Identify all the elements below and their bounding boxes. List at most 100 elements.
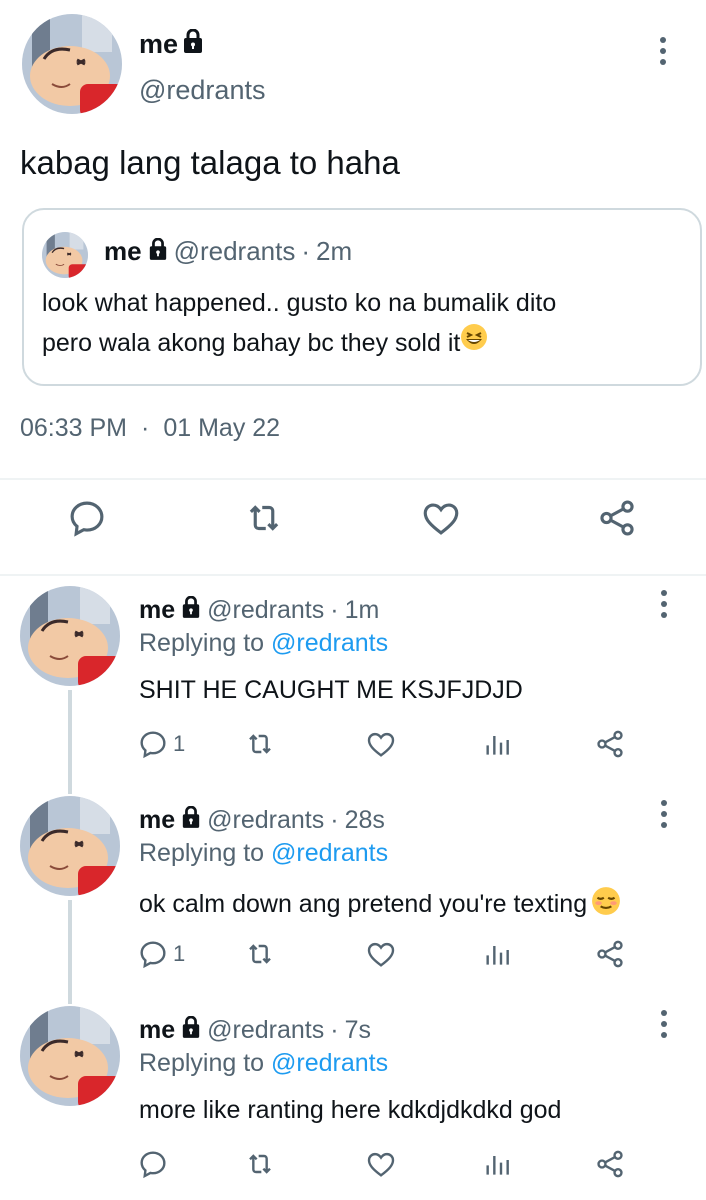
reply-count: 1 (173, 731, 186, 756)
reply-text: ok calm down ang pretend you're texting (139, 886, 621, 923)
analytics-icon (486, 1156, 509, 1175)
replying-to-label: Replying to (139, 1049, 265, 1077)
share-icon (597, 730, 623, 758)
retweet-icon (249, 944, 271, 964)
main-action-bar (0, 497, 706, 557)
avatar-image (22, 14, 122, 114)
reply-button[interactable]: 1 (137, 728, 185, 760)
reply-header: me @redrants · 28s (139, 805, 385, 835)
separator-dot: · (330, 1016, 339, 1044)
analytics-button[interactable] (481, 1148, 513, 1180)
replying-to-label: Replying to (139, 629, 265, 657)
reply-header: me @redrants · 7s (139, 1015, 371, 1045)
reply-text-content: more like ranting here kdkdjdkdkd god (139, 1096, 562, 1124)
analytics-icon (486, 736, 509, 755)
more-options-icon[interactable] (659, 1010, 669, 1038)
avatar-image (42, 232, 88, 278)
author-name[interactable]: me (139, 1016, 175, 1045)
reply-action-bar: 1 (0, 728, 706, 768)
replying-to-handle[interactable]: @redrants (271, 629, 388, 657)
quoted-time: 2m (316, 236, 353, 266)
replying-to: Replying to @redrants (139, 839, 388, 868)
timestamp-separator: · (141, 414, 150, 442)
lock-icon (182, 28, 204, 60)
more-options-icon[interactable] (658, 37, 668, 65)
share-button[interactable] (596, 497, 638, 539)
heart-icon (367, 732, 395, 757)
avatar[interactable] (20, 796, 120, 896)
retweet-icon (249, 734, 271, 754)
lock-icon (148, 236, 168, 267)
share-icon (597, 940, 623, 968)
retweet-button[interactable] (244, 728, 276, 760)
analytics-button[interactable] (481, 938, 513, 970)
retweet-button[interactable] (242, 497, 286, 539)
author-handle[interactable]: @redrants (207, 1016, 324, 1045)
author-name-row[interactable]: me (139, 28, 204, 60)
author-handle[interactable]: @redrants (207, 596, 324, 625)
retweet-button[interactable] (244, 938, 276, 970)
reply-text: more like ranting here kdkdjdkdkd god (139, 1096, 561, 1125)
lock-icon (181, 1015, 201, 1045)
more-options-icon[interactable] (659, 800, 669, 828)
quoted-author-handle: @redrants (173, 236, 296, 266)
heart-icon (367, 942, 395, 967)
like-button[interactable] (365, 1148, 397, 1180)
grinning-squinting-face-icon (460, 323, 488, 363)
reply-icon (70, 501, 104, 537)
retweet-button[interactable] (244, 1148, 276, 1180)
reply-tweet[interactable]: me @redrants · 1m Replying to @redrants … (0, 586, 706, 786)
reply-time: 7s (344, 1016, 371, 1044)
author-name[interactable]: me (139, 596, 175, 625)
tweet-text: kabag lang talaga to haha (20, 144, 400, 181)
quoted-avatar (42, 232, 88, 278)
timestamp-date: 01 May 22 (163, 414, 281, 442)
reply-action-bar: 1 (0, 938, 706, 978)
reply-button[interactable]: 1 (137, 938, 185, 970)
like-button[interactable] (365, 728, 397, 760)
share-button[interactable] (594, 938, 626, 970)
share-button[interactable] (594, 1148, 626, 1180)
reply-time: 28s (344, 806, 385, 834)
share-button[interactable] (594, 728, 626, 760)
reply-tweet[interactable]: me @redrants · 7s Replying to @redrants … (0, 1006, 706, 1200)
quoted-author-name: me (104, 236, 142, 266)
reply-header: me @redrants · 1m (139, 595, 380, 625)
retweet-icon (249, 505, 279, 531)
reply-icon (140, 731, 166, 759)
author-handle[interactable]: @redrants (207, 806, 324, 835)
quoted-tweet[interactable]: me @redrants · 2m look what happened.. g… (22, 208, 702, 386)
quoted-text-line-2: pero wala akong bahay bc they sold it (42, 328, 461, 357)
replying-to-handle[interactable]: @redrants (271, 1049, 388, 1077)
avatar-image (20, 586, 120, 686)
retweet-icon (249, 1154, 271, 1174)
reply-button[interactable] (137, 1148, 173, 1180)
analytics-icon (486, 946, 509, 965)
separator-dot: · (301, 236, 311, 266)
relieved-face-icon (591, 886, 621, 923)
author-handle[interactable]: @redrants (139, 75, 265, 106)
tweet-timestamp: 06:33 PM · 01 May 22 (20, 414, 280, 443)
more-options-icon[interactable] (659, 590, 669, 618)
reply-tweet[interactable]: me @redrants · 28s Replying to @redrants… (0, 796, 706, 996)
quoted-header: me @redrants · 2m (104, 236, 352, 267)
author-name[interactable]: me (139, 806, 175, 835)
reply-icon (140, 941, 166, 969)
replying-to-handle[interactable]: @redrants (271, 839, 388, 867)
like-button[interactable] (420, 497, 462, 539)
author-name: me (139, 29, 179, 59)
separator-dot: · (330, 596, 339, 624)
quoted-text: look what happened.. gusto ko na bumalik… (42, 284, 692, 363)
reply-button[interactable] (66, 497, 108, 539)
avatar-image (20, 1006, 120, 1106)
reply-text-content: ok calm down ang pretend you're texting (139, 890, 588, 918)
divider (0, 478, 706, 480)
avatar[interactable] (20, 1006, 120, 1106)
divider (0, 574, 706, 576)
analytics-button[interactable] (481, 728, 513, 760)
separator-dot: · (330, 806, 339, 834)
avatar[interactable] (20, 586, 120, 686)
reply-time: 1m (344, 596, 380, 624)
like-button[interactable] (365, 938, 397, 970)
avatar[interactable] (22, 14, 122, 114)
